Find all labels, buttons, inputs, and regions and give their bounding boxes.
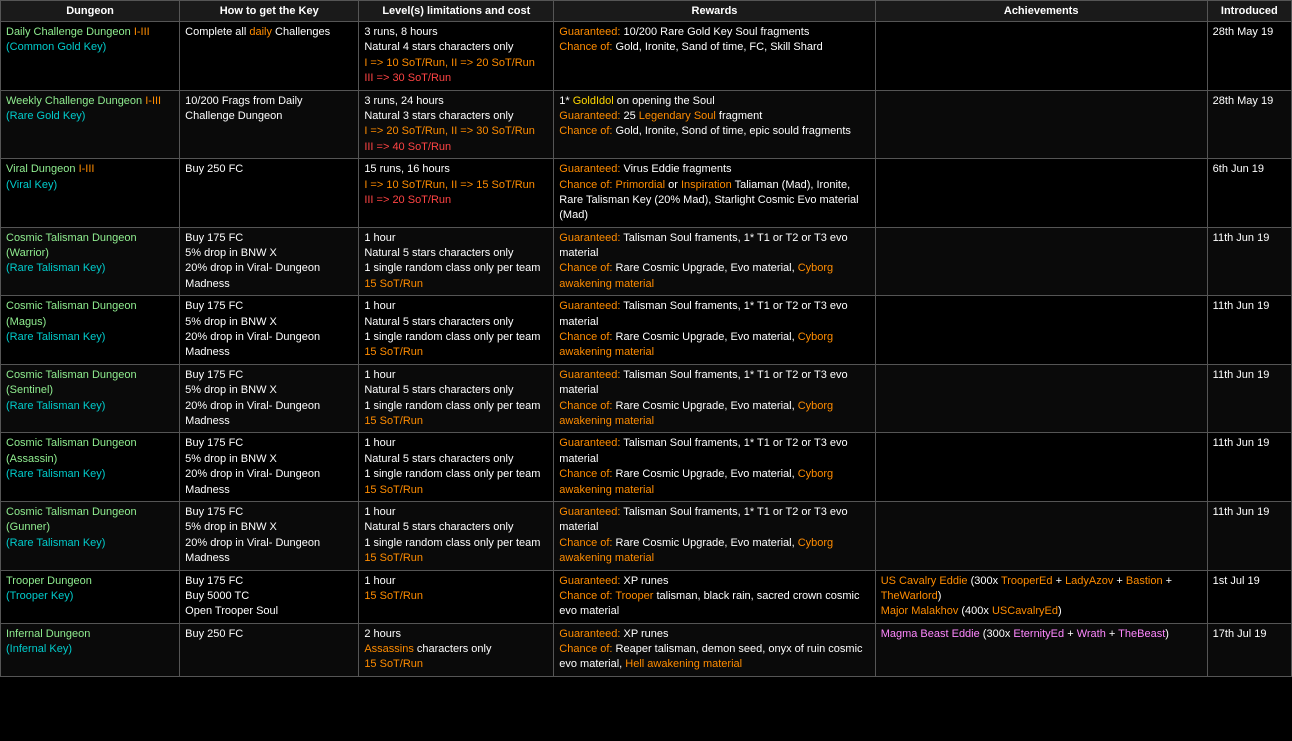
table-row: Cosmic Talisman Dungeon (Assassin) (Rare… xyxy=(1,433,1292,502)
table-row: Cosmic Talisman Dungeon (Magus) (Rare Ta… xyxy=(1,296,1292,365)
introduced-cell: 11th Jun 19 xyxy=(1207,501,1291,570)
introduced-cell: 11th Jun 19 xyxy=(1207,296,1291,365)
dungeon-sub: (Trooper Key) xyxy=(6,590,73,602)
level-cell: 1 hour Natural 5 stars characters only 1… xyxy=(359,433,554,502)
achievements-cell xyxy=(875,501,1207,570)
dungeon-name: Viral Dungeon I-III xyxy=(6,163,94,175)
introduced-cell: 11th Jun 19 xyxy=(1207,364,1291,433)
introduced-cell: 11th Jun 19 xyxy=(1207,227,1291,296)
dungeon-sub: (Rare Talisman Key) xyxy=(6,468,105,480)
table-row: Cosmic Talisman Dungeon (Gunner) (Rare T… xyxy=(1,501,1292,570)
dungeon-cell: Trooper Dungeon (Trooper Key) xyxy=(1,570,180,623)
rewards-cell: Guaranteed: Talisman Soul framents, 1* T… xyxy=(554,501,875,570)
header-achievements: Achievements xyxy=(875,1,1207,22)
key-cell: Buy 175 FC 5% drop in BNW X 20% drop in … xyxy=(180,364,359,433)
dungeon-cell: Cosmic Talisman Dungeon (Magus) (Rare Ta… xyxy=(1,296,180,365)
key-cell: Buy 250 FC xyxy=(180,623,359,676)
key-cell: Buy 250 FC xyxy=(180,159,359,228)
rewards-cell: Guaranteed: Talisman Soul framents, 1* T… xyxy=(554,433,875,502)
introduced-cell: 28th May 19 xyxy=(1207,90,1291,159)
header-key: How to get the Key xyxy=(180,1,359,22)
header-rewards: Rewards xyxy=(554,1,875,22)
achievements-cell xyxy=(875,159,1207,228)
dungeon-cell: Weekly Challenge Dungeon I-III (Rare Gol… xyxy=(1,90,180,159)
rewards-cell: Guaranteed: Talisman Soul framents, 1* T… xyxy=(554,227,875,296)
achievements-cell xyxy=(875,22,1207,91)
level-cell: 3 runs, 24 hours Natural 3 stars charact… xyxy=(359,90,554,159)
table-row: Cosmic Talisman Dungeon (Sentinel) (Rare… xyxy=(1,364,1292,433)
rewards-cell: Guaranteed: 10/200 Rare Gold Key Soul fr… xyxy=(554,22,875,91)
rewards-cell: Guaranteed: XP runes Chance of: Trooper … xyxy=(554,570,875,623)
header-dungeon: Dungeon xyxy=(1,1,180,22)
achievements-cell: Magma Beast Eddie (300x EternityEd + Wra… xyxy=(875,623,1207,676)
dungeon-sub: (Rare Gold Key) xyxy=(6,110,85,122)
dungeon-sub: (Rare Talisman Key) xyxy=(6,537,105,549)
level-cell: 15 runs, 16 hours I => 10 SoT/Run, II =>… xyxy=(359,159,554,228)
dungeon-cell: Cosmic Talisman Dungeon (Warrior) (Rare … xyxy=(1,227,180,296)
achievements-cell xyxy=(875,364,1207,433)
level-cell: 1 hour Natural 5 stars characters only 1… xyxy=(359,227,554,296)
introduced-cell: 1st Jul 19 xyxy=(1207,570,1291,623)
key-cell: Buy 175 FC 5% drop in BNW X 20% drop in … xyxy=(180,296,359,365)
dungeon-cell: Viral Dungeon I-III (Viral Key) xyxy=(1,159,180,228)
dungeon-sub: (Common Gold Key) xyxy=(6,41,106,53)
achievements-cell xyxy=(875,296,1207,365)
rewards-cell: Guaranteed: XP runes Chance of: Reaper t… xyxy=(554,623,875,676)
level-cell: 1 hour Natural 5 stars characters only 1… xyxy=(359,501,554,570)
dungeon-sub: (Rare Talisman Key) xyxy=(6,331,105,343)
key-cell: Buy 175 FC 5% drop in BNW X 20% drop in … xyxy=(180,433,359,502)
dungeon-cell: Cosmic Talisman Dungeon (Assassin) (Rare… xyxy=(1,433,180,502)
key-cell: Buy 175 FC Buy 5000 TC Open Trooper Soul xyxy=(180,570,359,623)
introduced-cell: 6th Jun 19 xyxy=(1207,159,1291,228)
introduced-cell: 11th Jun 19 xyxy=(1207,433,1291,502)
dungeon-cell: Infernal Dungeon (Infernal Key) xyxy=(1,623,180,676)
dungeon-cell: Cosmic Talisman Dungeon (Gunner) (Rare T… xyxy=(1,501,180,570)
dungeon-name: Cosmic Talisman Dungeon (Magus) xyxy=(6,300,137,327)
dungeon-sub: (Viral Key) xyxy=(6,179,57,191)
level-cell: 3 runs, 8 hours Natural 4 stars characte… xyxy=(359,22,554,91)
rewards-cell: Guaranteed: Talisman Soul framents, 1* T… xyxy=(554,364,875,433)
dungeon-name: Cosmic Talisman Dungeon (Gunner) xyxy=(6,506,137,533)
level-cell: 2 hours Assassins characters only 15 SoT… xyxy=(359,623,554,676)
level-cell: 1 hour 15 SoT/Run xyxy=(359,570,554,623)
dungeon-name: Cosmic Talisman Dungeon (Warrior) xyxy=(6,232,137,259)
header-level: Level(s) limitations and cost xyxy=(359,1,554,22)
key-cell: Complete all daily Challenges xyxy=(180,22,359,91)
dungeon-name: Cosmic Talisman Dungeon (Assassin) xyxy=(6,437,137,464)
rewards-cell: 1* GoldIdol on opening the Soul Guarante… xyxy=(554,90,875,159)
key-cell: 10/200 Frags from Daily Challenge Dungeo… xyxy=(180,90,359,159)
rewards-cell: Guaranteed: Talisman Soul framents, 1* T… xyxy=(554,296,875,365)
main-table: Dungeon How to get the Key Level(s) limi… xyxy=(0,0,1292,677)
table-row: Weekly Challenge Dungeon I-III (Rare Gol… xyxy=(1,90,1292,159)
achievements-cell xyxy=(875,90,1207,159)
table-row: Infernal Dungeon (Infernal Key) Buy 250 … xyxy=(1,623,1292,676)
table-row: Daily Challenge Dungeon I-III (Common Go… xyxy=(1,22,1292,91)
dungeon-sub: (Infernal Key) xyxy=(6,643,72,655)
dungeon-cell: Cosmic Talisman Dungeon (Sentinel) (Rare… xyxy=(1,364,180,433)
introduced-cell: 17th Jul 19 xyxy=(1207,623,1291,676)
introduced-cell: 28th May 19 xyxy=(1207,22,1291,91)
table-row: Viral Dungeon I-III (Viral Key) Buy 250 … xyxy=(1,159,1292,228)
rewards-cell: Guaranteed: Virus Eddie fragments Chance… xyxy=(554,159,875,228)
table-row: Trooper Dungeon (Trooper Key) Buy 175 FC… xyxy=(1,570,1292,623)
achievements-cell xyxy=(875,227,1207,296)
dungeon-name: Trooper Dungeon xyxy=(6,575,92,587)
dungeon-name: Weekly Challenge Dungeon I-III xyxy=(6,95,161,107)
achievements-cell xyxy=(875,433,1207,502)
header-introduced: Introduced xyxy=(1207,1,1291,22)
dungeon-sub: (Rare Talisman Key) xyxy=(6,400,105,412)
dungeon-name: Cosmic Talisman Dungeon (Sentinel) xyxy=(6,369,137,396)
dungeon-name: Infernal Dungeon xyxy=(6,628,90,640)
achievements-cell: US Cavalry Eddie (300x TrooperEd + LadyA… xyxy=(875,570,1207,623)
level-cell: 1 hour Natural 5 stars characters only 1… xyxy=(359,296,554,365)
dungeon-name: Daily Challenge Dungeon I-III xyxy=(6,26,150,38)
table-row: Cosmic Talisman Dungeon (Warrior) (Rare … xyxy=(1,227,1292,296)
key-cell: Buy 175 FC 5% drop in BNW X 20% drop in … xyxy=(180,501,359,570)
dungeon-cell: Daily Challenge Dungeon I-III (Common Go… xyxy=(1,22,180,91)
key-cell: Buy 175 FC 5% drop in BNW X 20% drop in … xyxy=(180,227,359,296)
level-cell: 1 hour Natural 5 stars characters only 1… xyxy=(359,364,554,433)
dungeon-sub: (Rare Talisman Key) xyxy=(6,262,105,274)
